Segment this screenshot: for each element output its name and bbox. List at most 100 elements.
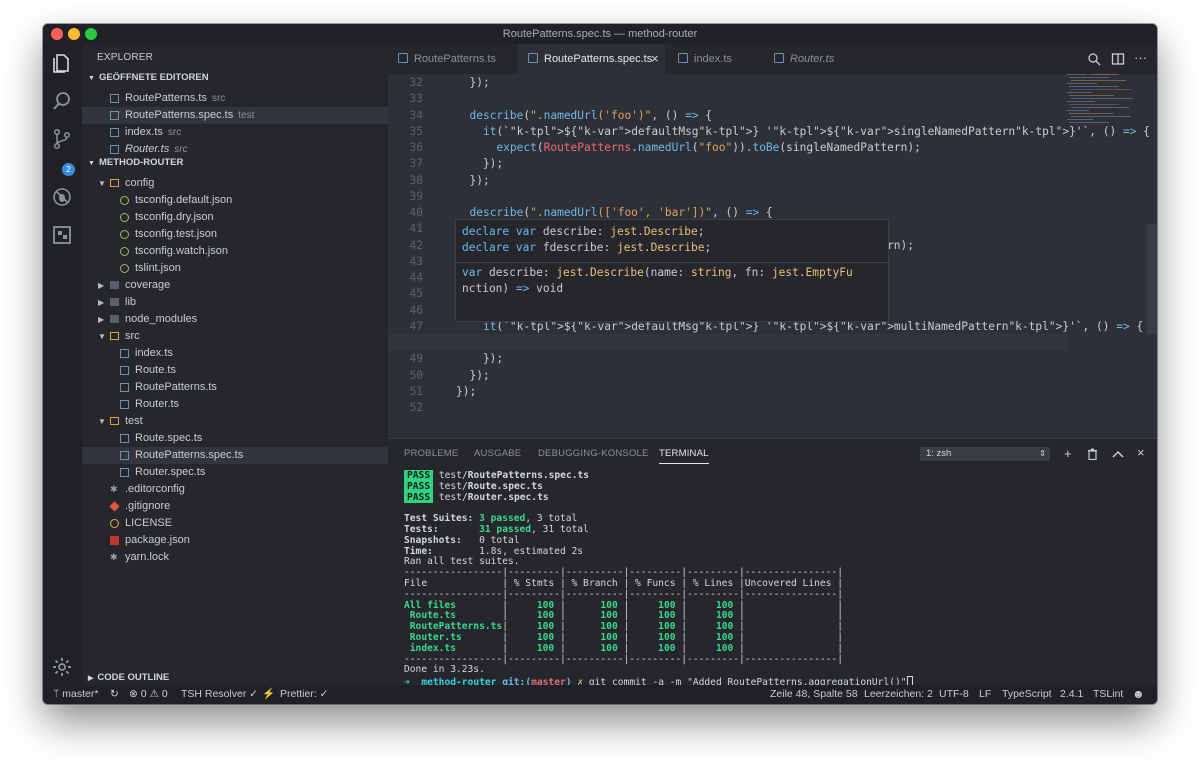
tsh-resolver[interactable]: TSH Resolver ✓ bbox=[181, 685, 258, 704]
chevron-right-icon[interactable]: ▶ bbox=[98, 294, 104, 311]
file-tree-item[interactable]: tsconfig.default.json bbox=[82, 192, 388, 209]
chevron-right-icon[interactable]: ▶ bbox=[98, 277, 104, 294]
error-icon: ⊗ bbox=[129, 688, 138, 700]
open-editor-item[interactable]: Router.ts src bbox=[82, 141, 388, 158]
editor-tabs: RoutePatterns.ts RoutePatterns.spec.ts ×… bbox=[388, 44, 1157, 74]
code-editor[interactable]: 32 }); 33 34 describe(".namedUrl('foo')", … bbox=[388, 74, 1157, 438]
file-tree-item[interactable]: ✱ .editorconfig bbox=[82, 481, 388, 498]
close-window-button[interactable] bbox=[51, 28, 63, 40]
file-tree-item[interactable]: tsconfig.dry.json bbox=[82, 209, 388, 226]
open-changes-icon[interactable] bbox=[1087, 52, 1101, 66]
file-tree-item[interactable]: tsconfig.watch.json bbox=[82, 243, 388, 260]
problems-counter[interactable]: ⊗ 0 ⚠ 0 bbox=[129, 685, 168, 704]
file-tree-item[interactable]: ▶ node_modules bbox=[82, 311, 388, 328]
tab-routepatterns-spec-ts[interactable]: RoutePatterns.spec.ts × bbox=[518, 44, 665, 74]
tab-router-ts[interactable]: Router.ts bbox=[774, 44, 864, 74]
chevron-down-icon[interactable]: ▼ bbox=[98, 413, 106, 430]
code-outline-header[interactable]: ▶ CODE OUTLINE bbox=[88, 672, 169, 683]
yarn-file-icon: ✱ bbox=[110, 552, 118, 562]
tab-routepatterns-ts[interactable]: RoutePatterns.ts bbox=[398, 44, 518, 74]
minimap[interactable] bbox=[1067, 74, 1147, 154]
tab-problems[interactable]: PROBLEME bbox=[404, 448, 458, 459]
json-file-icon bbox=[120, 196, 129, 205]
open-editor-item[interactable]: RoutePatterns.spec.ts test bbox=[82, 107, 388, 124]
file-tree-item[interactable]: tslint.json bbox=[82, 260, 388, 277]
search-icon[interactable] bbox=[51, 90, 73, 112]
file-tree-item[interactable]: index.ts bbox=[82, 345, 388, 362]
file-tree-item[interactable]: ▶ coverage bbox=[82, 277, 388, 294]
file-tree-label: yarn.lock bbox=[125, 551, 170, 563]
file-tree-item[interactable]: Route.spec.ts bbox=[82, 430, 388, 447]
chevron-right-icon[interactable]: ▶ bbox=[98, 311, 104, 328]
hover-tooltip: declare var describe: jest.Describe; dec… bbox=[455, 219, 889, 322]
explorer-icon[interactable] bbox=[51, 52, 73, 74]
line-number: 46 bbox=[409, 303, 423, 317]
folder-icon bbox=[110, 298, 119, 306]
split-editor-icon[interactable] bbox=[1111, 52, 1125, 66]
git-branch[interactable]: ᛘ master* bbox=[53, 685, 98, 704]
file-tree-item[interactable]: RoutePatterns.ts bbox=[82, 379, 388, 396]
hover-line-3: var describe: jest.Describe(name: string… bbox=[462, 266, 853, 279]
file-tree-item[interactable]: ▼ test bbox=[82, 413, 388, 430]
file-tree-item[interactable]: RoutePatterns.spec.ts bbox=[82, 447, 388, 464]
line-ending[interactable]: LF bbox=[979, 685, 991, 704]
file-tree-item[interactable]: package.json bbox=[82, 532, 388, 549]
maximize-window-button[interactable] bbox=[85, 28, 97, 40]
sync-icon[interactable]: ↻ bbox=[110, 685, 119, 704]
typescript-file-icon bbox=[120, 400, 129, 409]
file-tree-label: test bbox=[125, 415, 143, 427]
terminal-output[interactable]: PASS test/RoutePatterns.spec.ts PASS tes… bbox=[404, 470, 913, 689]
file-tree-item[interactable]: ▼ config bbox=[82, 175, 388, 192]
line-number: 41 bbox=[409, 222, 423, 236]
file-tree-item[interactable]: Router.ts bbox=[82, 396, 388, 413]
open-editor-item[interactable]: index.ts src bbox=[82, 124, 388, 141]
prettier-status[interactable]: Prettier: ✓ bbox=[280, 685, 328, 704]
ts-version[interactable]: 2.4.1 bbox=[1060, 685, 1083, 704]
warning-icon: ⚠ bbox=[149, 688, 159, 700]
open-editors-header[interactable]: ▼ GEÖFFNETE EDITOREN bbox=[88, 72, 209, 83]
tab-terminal[interactable]: TERMINAL bbox=[659, 448, 709, 464]
trash-icon[interactable] bbox=[1087, 448, 1098, 460]
minimize-window-button[interactable] bbox=[68, 28, 80, 40]
tab-close-icon[interactable]: × bbox=[651, 44, 659, 74]
code-line: 38 }); bbox=[388, 173, 1068, 189]
new-terminal-icon[interactable]: + bbox=[1064, 446, 1072, 461]
file-tree-item[interactable]: Router.spec.ts bbox=[82, 464, 388, 481]
open-editor-label: index.ts src bbox=[125, 126, 182, 138]
file-tree-item[interactable]: tsconfig.test.json bbox=[82, 226, 388, 243]
chevron-down-icon[interactable]: ▼ bbox=[98, 328, 106, 345]
more-actions-icon[interactable]: ··· bbox=[1134, 50, 1147, 65]
tab-output[interactable]: AUSGABE bbox=[474, 448, 521, 459]
lightning-icon[interactable]: ⚡ bbox=[262, 685, 275, 704]
debug-icon[interactable] bbox=[51, 186, 73, 208]
tab-debug-console[interactable]: DEBUGGING-KONSOLE bbox=[538, 448, 649, 459]
project-header[interactable]: ▼ METHOD-ROUTER bbox=[88, 157, 183, 168]
settings-gear-icon[interactable] bbox=[51, 656, 73, 678]
feedback-smiley-icon[interactable]: ☻ bbox=[1132, 685, 1145, 704]
extensions-icon[interactable] bbox=[51, 224, 73, 246]
source-control-icon[interactable] bbox=[51, 128, 73, 150]
file-tree-item[interactable]: LICENSE bbox=[82, 515, 388, 532]
tab-index-ts[interactable]: index.ts bbox=[678, 44, 768, 74]
indentation[interactable]: Leerzeichen: 2 bbox=[864, 685, 933, 704]
chevron-down-icon[interactable]: ▼ bbox=[98, 175, 106, 192]
file-tree-item[interactable]: .gitignore bbox=[82, 498, 388, 515]
chevron-down-icon: ▼ bbox=[88, 75, 95, 82]
file-tree-item[interactable]: Route.ts bbox=[82, 362, 388, 379]
file-tree-label: coverage bbox=[125, 279, 171, 291]
encoding[interactable]: UTF-8 bbox=[939, 685, 969, 704]
file-tree-item[interactable]: ▼ src bbox=[82, 328, 388, 345]
code-line: 35 it(`"k-tpl">${"k-var">defaultMsg"k-tp… bbox=[388, 124, 1150, 140]
open-editor-item[interactable]: RoutePatterns.ts src bbox=[82, 90, 388, 107]
file-tree-item[interactable]: ▶ lib bbox=[82, 294, 388, 311]
linter-status[interactable]: TSLint bbox=[1093, 685, 1123, 704]
typescript-file-icon bbox=[120, 434, 129, 443]
file-tree-label: Route.ts bbox=[135, 364, 176, 376]
close-panel-icon[interactable]: × bbox=[1137, 445, 1145, 460]
editor-scrollbar[interactable] bbox=[1147, 224, 1157, 334]
file-tree-item[interactable]: ✱ yarn.lock bbox=[82, 549, 388, 566]
language-mode[interactable]: TypeScript bbox=[1002, 685, 1052, 704]
cursor-position[interactable]: Zeile 48, Spalte 58 bbox=[770, 685, 858, 704]
terminal-select[interactable]: 1: zsh ⇕ bbox=[920, 447, 1050, 461]
maximize-panel-icon[interactable] bbox=[1112, 449, 1124, 459]
